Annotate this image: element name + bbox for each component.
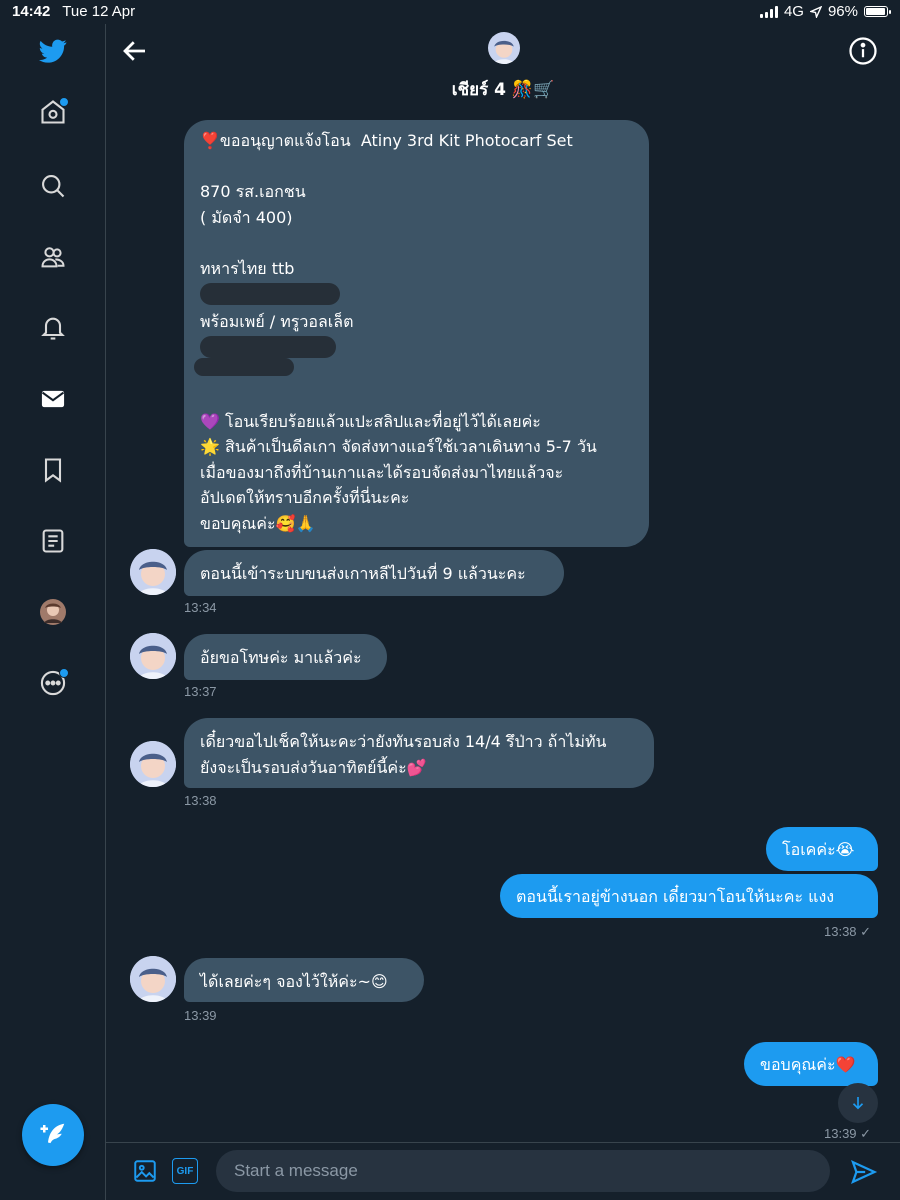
- arrow-down-icon: [852, 1097, 864, 1110]
- notifications-icon[interactable]: [38, 313, 68, 343]
- message-line: เดี๋ยวขอไปเช็คให้นะคะว่ายังทันรอบส่ง 14/…: [200, 732, 607, 751]
- conversation-header: เชียร์ 4 🎊🛒: [106, 24, 900, 108]
- message-line: ยังจะเป็นรอบส่งวันอาทิตย์นี้ค่ะ💕: [200, 757, 427, 777]
- redacted-line: [194, 357, 633, 384]
- message-text: อ้ยขอโทษค่ะ มาแล้วค่ะ: [200, 648, 362, 667]
- conversation-title: เชียร์ 4 🎊🛒: [451, 80, 555, 100]
- signal-icon: [759, 5, 778, 18]
- message-bubble[interactable]: โอเคค่ะ😭: [766, 827, 878, 871]
- image-icon[interactable]: [132, 1158, 158, 1184]
- message-timestamp: 13:34: [184, 600, 217, 615]
- message-line: ❣️ขออนุญาตแจ้งโอน Atiny 3rd Kit Photocar…: [200, 131, 573, 150]
- message-line: [200, 154, 633, 180]
- message-bubble[interactable]: ขอบคุณค่ะ❤️: [744, 1042, 878, 1086]
- message-line: ขอบคุณค่ะ🥰🙏: [200, 513, 316, 533]
- explore-icon[interactable]: [38, 171, 68, 201]
- message-bubble[interactable]: ตอนนี้เข้าระบบขนส่งเกาหลีไปวันที่ 9 แล้ว…: [184, 550, 564, 596]
- message-line: พร้อมเพย์ / ทรูวอลเล็ต: [200, 311, 354, 331]
- sender-avatar[interactable]: [130, 956, 176, 1002]
- twitter-logo-icon[interactable]: [38, 36, 68, 66]
- back-arrow-icon[interactable]: [120, 36, 150, 66]
- message-timestamp: 13:38: [184, 793, 217, 808]
- message-bubble[interactable]: ได้เลยค่ะๆ จองไว้ให้ค่ะ~😊: [184, 958, 424, 1002]
- compose-tweet-button[interactable]: [22, 1104, 84, 1166]
- lists-icon[interactable]: [38, 526, 68, 556]
- sender-avatar[interactable]: [130, 549, 176, 595]
- message-bubble[interactable]: ❣️ขออนุญาตแจ้งโอน Atiny 3rd Kit Photocar…: [184, 120, 649, 547]
- info-icon[interactable]: [848, 36, 878, 66]
- message-bubble[interactable]: ตอนนี้เราอยู่ข้างนอก เดี๋ยวมาโอนให้นะคะ …: [500, 874, 878, 918]
- message-line: 🌟 สินค้าเป็นดีลเกา จัดส่งทางแอร์ใช้เวลาเ…: [200, 437, 597, 456]
- compose-tweet-icon: [40, 1123, 65, 1144]
- message-line: อัปเดตให้ทราบอีกครั้งที่นี่นะคะ: [200, 488, 410, 507]
- message-line: เมื่อของมาถึงที่บ้านเกาและได้รอบจัดส่งมา…: [200, 462, 564, 482]
- message-text: ขอบคุณค่ะ❤️: [760, 1055, 856, 1074]
- messages-icon[interactable]: [38, 384, 68, 414]
- message-bubble[interactable]: เดี๋ยวขอไปเช็คให้นะคะว่ายังทันรอบส่ง 14/…: [184, 718, 654, 788]
- location-icon: [809, 5, 822, 18]
- more-icon[interactable]: [38, 668, 69, 698]
- scroll-to-bottom-button[interactable]: [838, 1083, 878, 1123]
- message-line: ทหารไทย ttb: [200, 258, 295, 278]
- message-text: ได้เลยค่ะๆ จองไว้ให้ค่ะ~😊: [200, 972, 388, 991]
- sender-avatar[interactable]: [130, 741, 176, 787]
- message-timestamp: 13:37: [184, 684, 217, 699]
- redacted-line: [200, 283, 633, 309]
- sender-avatar[interactable]: [130, 633, 176, 679]
- bookmarks-icon[interactable]: [38, 455, 68, 485]
- status-time: 14:42: [12, 3, 51, 20]
- profile-avatar[interactable]: [38, 597, 68, 627]
- more-notification-dot: [59, 668, 69, 678]
- home-icon[interactable]: [38, 97, 69, 127]
- communities-icon[interactable]: [38, 242, 68, 272]
- message-timestamp: 13:39 ✓: [824, 1126, 872, 1141]
- message-line: 💜 โอนเรียบร้อยแล้วแปะสลิปและที่อยู่ไว้ได…: [200, 411, 541, 431]
- message-composer: GIF: [106, 1142, 900, 1200]
- message-bubble[interactable]: อ้ยขอโทษค่ะ มาแล้วค่ะ: [184, 634, 387, 680]
- message-line: 870 รส.เอกชน: [200, 182, 306, 201]
- network-label: 4G: [783, 3, 804, 20]
- status-date: Tue 12 Apr: [62, 3, 136, 20]
- sidebar: [0, 24, 106, 1200]
- message-line: [200, 383, 633, 409]
- message-text: ตอนนี้เข้าระบบขนส่งเกาหลีไปวันที่ 9 แล้ว…: [200, 564, 526, 583]
- message-text: ตอนนี้เราอยู่ข้างนอก เดี๋ยวมาโอนให้นะคะ …: [516, 887, 835, 906]
- conversation-avatar[interactable]: [488, 32, 520, 64]
- message-line: [200, 230, 633, 256]
- send-icon[interactable]: [850, 1158, 878, 1186]
- gif-button[interactable]: GIF: [172, 1158, 198, 1184]
- home-notification-dot: [59, 97, 69, 107]
- message-input[interactable]: [216, 1150, 830, 1192]
- message-line: ( มัดจำ 400): [200, 207, 293, 227]
- message-timestamp: 13:39: [184, 1008, 217, 1023]
- message-timestamp: 13:38 ✓: [824, 924, 872, 939]
- message-text: โอเคค่ะ😭: [782, 840, 855, 859]
- status-bar: 14:42 Tue 12 Apr 4G 96%: [0, 0, 900, 24]
- battery-percent: 96%: [827, 3, 858, 20]
- battery-icon: [864, 6, 891, 17]
